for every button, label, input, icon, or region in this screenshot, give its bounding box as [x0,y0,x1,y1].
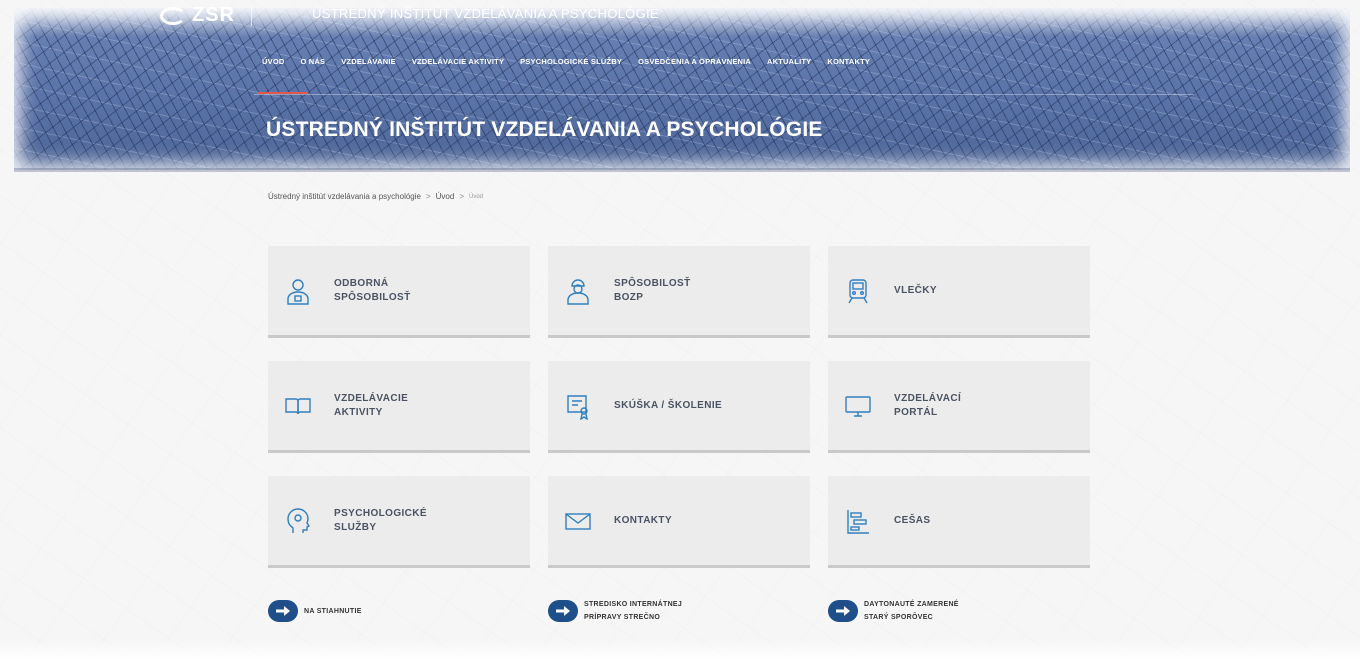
tile-grid: ODBORNÁ SPÔSOBILOSŤ SPÔSOBILOSŤ BOZP VLE… [268,246,1090,568]
person-certificate-icon [284,274,312,308]
tile-label: ODBORNÁ SPÔSOBILOSŤ [334,277,411,303]
nav-divider [254,94,1194,95]
nav-item-vzdelavanie[interactable]: VZDELÁVANIE [333,57,404,66]
tile-label: SKÚŠKA / ŠKOLENIE [614,399,723,411]
site-title: ÚSTREDNÝ INŠTITÚT VZDELÁVANIA A PSYCHOLÓ… [312,6,659,21]
main-nav: ÚVOD O NÁS VZDELÁVANIE VZDELÁVACIE AKTIV… [254,57,878,66]
tile-cesas[interactable]: CEŠAS [828,476,1090,568]
link-label: STREDISKO INTERNÁTNEJ PRÍPRAVY STREČNO [584,601,683,621]
nav-item-psychologicke-sluzby[interactable]: PSYCHOLOGICKÉ SLUŽBY [512,57,630,66]
logo-text: ZSR [192,4,235,26]
link-label: DAYTONAUTÉ ZAMERENÉ STARÝ SPORÔVEC [864,601,959,621]
nav-item-uvod[interactable]: ÚVOD [254,57,292,66]
nav-item-osvedcenia[interactable]: OSVEDČENIA A OPRÁVNENIA [630,57,759,66]
link-stary-smokovec[interactable]: DAYTONAUTÉ ZAMERENÉ STARÝ SPORÔVEC [828,598,1090,624]
tile-label: VZDELÁVACIE AKTIVITY [334,392,409,418]
tile-skuska-skolenie[interactable]: SKÚŠKA / ŠKOLENIE [548,361,810,453]
train-icon [844,274,872,308]
nav-item-o-nas[interactable]: O NÁS [292,57,333,66]
link-label: NA STIAHNUTIE [304,607,362,615]
site-header [14,8,1350,170]
site-logo[interactable]: ZSR [160,4,262,27]
open-book-icon [284,389,312,423]
head-icon [284,504,312,538]
tile-label: CEŠAS [894,514,931,526]
breadcrumb-separator: > [425,192,431,201]
tile-kontakty[interactable]: KONTAKTY [548,476,810,568]
tile-vzdelavaci-portal[interactable]: VZDELÁVACÍ PORTÁL [828,361,1090,453]
nav-item-kontakty[interactable]: KONTAKTY [819,57,878,66]
tile-label: VLEČKY [894,284,937,296]
link-na-stiahnutie[interactable]: NA STIAHNUTIE [268,598,530,624]
tile-vzdelavacie-aktivity[interactable]: VZDELÁVACIE AKTIVITY [268,361,530,453]
arrow-right-icon [548,600,578,622]
logo-mark-icon [160,6,186,25]
bottom-links: NA STIAHNUTIE STREDISKO INTERNÁTNEJ PRÍP… [268,598,1090,624]
tile-label: VZDELÁVACÍ PORTÁL [894,392,962,418]
breadcrumb-current: Úvod [469,193,484,200]
tile-label: SPÔSOBILOSŤ BOZP [614,277,691,303]
monitor-icon [844,389,872,423]
arrow-right-icon [828,600,858,622]
schedule-icon [844,504,872,538]
certificate-icon [564,389,592,423]
logo-separator [251,5,252,26]
link-stredisko-strecno[interactable]: STREDISKO INTERNÁTNEJ PRÍPRAVY STREČNO [548,598,810,624]
tile-odborna-sposobilost[interactable]: ODBORNÁ SPÔSOBILOSŤ [268,246,530,338]
breadcrumb-uvod[interactable]: Úvod [436,192,455,201]
tile-sposobilost-bozp[interactable]: SPÔSOBILOSŤ BOZP [548,246,810,338]
tile-vlecky[interactable]: VLEČKY [828,246,1090,338]
breadcrumb-home[interactable]: Ústredný inštitút vzdelávania a psycholó… [268,192,421,201]
arrow-right-icon [268,600,298,622]
tile-label: KONTAKTY [614,514,673,526]
header-bottom-edge [14,168,1350,172]
tile-psychologicke-sluzby[interactable]: PSYCHOLOGICKÉ SLUŽBY [268,476,530,568]
tile-label: PSYCHOLOGICKÉ SLUŽBY [334,507,427,533]
breadcrumb: Ústredný inštitút vzdelávania a psycholó… [268,192,483,201]
page-title: ÚSTREDNÝ INŠTITÚT VZDELÁVANIA A PSYCHOLÓ… [266,118,823,141]
nav-item-aktuality[interactable]: AKTUALITY [759,57,819,66]
nav-item-vzdelavacie-aktivity[interactable]: VZDELÁVACIE AKTIVITY [404,57,512,66]
worker-icon [564,274,592,308]
envelope-icon [564,504,592,538]
footer-fade [0,640,1360,660]
breadcrumb-separator: > [459,192,465,201]
